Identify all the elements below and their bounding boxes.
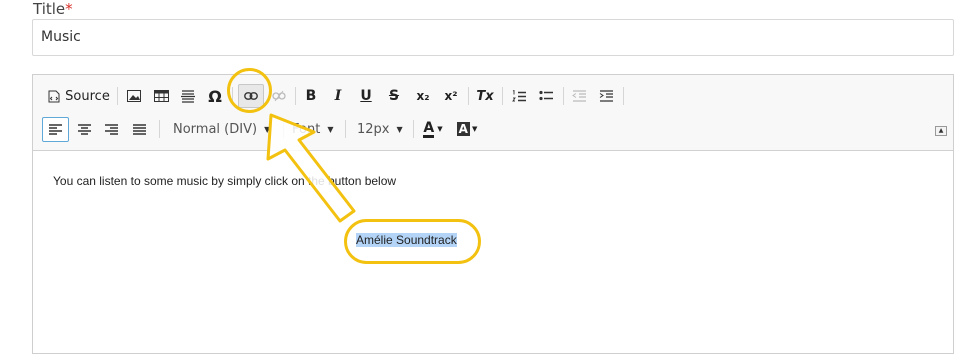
toolbar-separator [295, 87, 296, 105]
format-select[interactable]: Normal (DIV) ▼ [173, 117, 277, 141]
strikethrough-button[interactable]: S [384, 84, 404, 108]
outdent-icon [572, 90, 586, 102]
table-icon [153, 90, 169, 102]
background-color-button[interactable]: A ▼ [453, 117, 481, 141]
toolbar-separator [345, 120, 346, 138]
source-button[interactable]: Source [47, 84, 111, 108]
text-color-icon: A [423, 119, 435, 138]
text-color-button[interactable]: A ▼ [420, 117, 446, 141]
table-button[interactable] [150, 84, 172, 108]
source-icon [48, 90, 60, 102]
toolbar-separator [623, 87, 624, 105]
required-mark: * [65, 0, 73, 18]
content-paragraph: You can listen to some music by simply c… [53, 174, 397, 188]
rich-text-editor: Source Ω B I U S x₂ x² Tx Normal (DIV) ▼… [32, 74, 954, 354]
horizontal-line-button[interactable] [177, 84, 199, 108]
toolbar-separator [413, 120, 414, 138]
align-right-button[interactable] [100, 117, 122, 141]
bullet-list-icon [539, 90, 553, 101]
numbered-list-button[interactable] [508, 84, 530, 108]
bold-button[interactable]: B [301, 84, 321, 108]
underline-button[interactable]: U [356, 84, 376, 108]
editor-content[interactable]: You can listen to some music by simply c… [33, 151, 953, 351]
superscript-button[interactable]: x² [440, 84, 462, 108]
title-label: Title* [33, 0, 73, 18]
link-button-highlight [227, 68, 272, 113]
chevron-down-icon: ▼ [471, 125, 478, 133]
align-justify-button[interactable] [128, 117, 150, 141]
toolbar-separator [468, 87, 469, 105]
toolbar-separator [159, 120, 160, 138]
chevron-down-icon: ▼ [327, 124, 334, 134]
align-justify-icon [132, 123, 146, 135]
toolbar-separator [563, 87, 564, 105]
source-label: Source [65, 88, 110, 104]
title-input[interactable]: Music [32, 19, 954, 56]
align-left-button[interactable] [42, 117, 69, 142]
align-left-icon [49, 124, 62, 135]
outdent-button[interactable] [568, 84, 590, 108]
special-char-button[interactable]: Ω [204, 84, 226, 108]
chevron-down-icon: ▼ [437, 125, 443, 133]
subscript-button[interactable]: x₂ [412, 84, 434, 108]
indent-icon [599, 90, 613, 102]
align-center-button[interactable] [73, 117, 95, 141]
toolbar-separator [502, 87, 503, 105]
chevron-down-icon: ▼ [396, 124, 403, 134]
align-right-icon [104, 123, 118, 135]
align-center-icon [77, 123, 91, 135]
unlink-button[interactable] [269, 84, 289, 108]
chevron-down-icon: ▼ [264, 124, 271, 134]
font-select-value: Font [292, 121, 321, 137]
bullet-list-button[interactable] [535, 84, 557, 108]
indent-button[interactable] [595, 84, 617, 108]
font-size-select-value: 12px [357, 121, 390, 137]
numbered-list-icon [512, 89, 526, 101]
unlink-icon [272, 90, 286, 102]
selected-text-highlight [344, 219, 481, 264]
horizontal-line-icon [181, 90, 195, 103]
image-icon [127, 90, 141, 102]
format-select-value: Normal (DIV) [173, 121, 258, 137]
editor-toolbar: Source Ω B I U S x₂ x² Tx Normal (DIV) ▼… [33, 75, 953, 151]
collapse-toolbar-button[interactable]: ▲ [935, 126, 947, 136]
font-size-select[interactable]: 12px ▼ [357, 117, 407, 141]
italic-button[interactable]: I [328, 84, 348, 108]
remove-format-button[interactable]: Tx [474, 84, 496, 108]
toolbar-separator [283, 120, 284, 138]
image-button[interactable] [123, 84, 145, 108]
background-color-icon: A [456, 122, 470, 136]
font-select[interactable]: Font ▼ [292, 117, 352, 141]
toolbar-separator [117, 87, 118, 105]
